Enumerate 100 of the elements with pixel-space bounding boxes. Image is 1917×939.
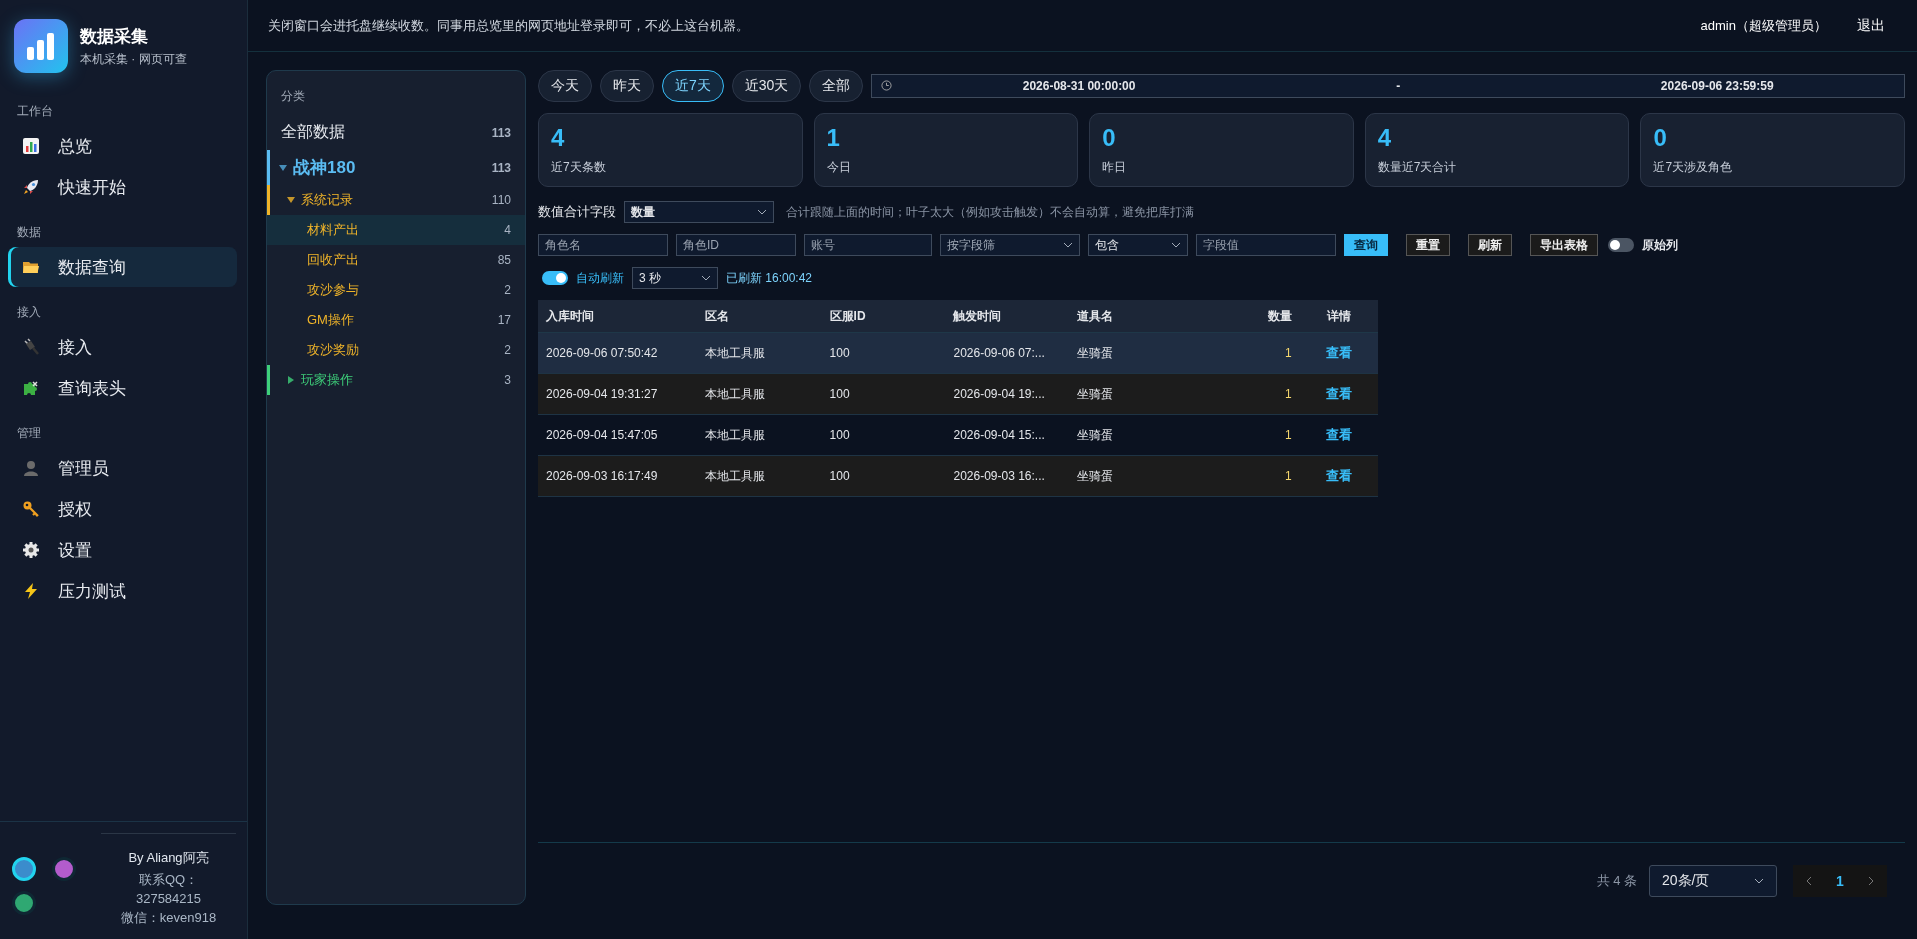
table-cell: 1: [1249, 414, 1300, 456]
stat-value: 4: [1377, 123, 1393, 153]
nav-item[interactable]: 设置: [8, 530, 237, 570]
clock-icon: [881, 80, 893, 91]
category-item[interactable]: 系统记录 110: [267, 185, 525, 215]
chevron-down-icon: [1063, 242, 1073, 248]
chevron-down-icon: [757, 209, 767, 215]
user-label: admin（超级管理员）: [1700, 16, 1827, 35]
stat-label: 近7天涉及角色: [1653, 159, 1734, 176]
caret-down-icon[interactable]: [279, 163, 287, 172]
caret-down-icon[interactable]: [287, 196, 295, 204]
table-cell: 100: [821, 373, 946, 415]
table-cell: 1: [1249, 373, 1300, 415]
hint-text: 合计跟随上面的时间；叶子太大（例如攻击触发）不会自动算，避免把库打满: [786, 203, 1194, 221]
caret-right-icon[interactable]: [287, 376, 295, 384]
category-item[interactable]: 全部数据 113: [267, 115, 525, 150]
table-cell: 100: [821, 455, 946, 497]
date-preset-tab[interactable]: 全部: [809, 70, 864, 102]
panel-title: 分类: [280, 88, 306, 105]
field-label: 数值合计字段: [538, 203, 616, 221]
nav-item[interactable]: 接入: [8, 327, 237, 367]
category-item[interactable]: 回收产出 85: [267, 245, 525, 275]
nav-item[interactable]: 授权: [8, 489, 237, 529]
filter-input[interactable]: 角色名: [538, 234, 668, 256]
interval-select[interactable]: 3 秒: [632, 267, 718, 289]
app-logo: [14, 19, 68, 73]
action-button[interactable]: 刷新: [1468, 234, 1512, 256]
column-header: 入库时间: [538, 300, 697, 333]
section-label: 管理: [16, 425, 42, 442]
query-button[interactable]: 查询: [1344, 234, 1388, 256]
column-header: 详情: [1299, 300, 1378, 333]
toggle-switch[interactable]: [542, 271, 568, 285]
column-header: 数量: [1249, 300, 1300, 333]
sum-field-select[interactable]: 数量: [624, 201, 774, 223]
stat-value: 1: [826, 123, 841, 153]
table-cell: 2026-09-03 16:17:49: [538, 455, 697, 497]
view-link[interactable]: 查看: [1325, 386, 1352, 401]
table-cell: 2026-09-06 07:...: [945, 332, 1070, 374]
filter-select[interactable]: 按字段筛: [940, 234, 1080, 256]
filter-input[interactable]: 账号: [804, 234, 932, 256]
table-cell: 坐骑蛋: [1069, 414, 1250, 456]
rocket-icon: [22, 178, 40, 196]
refresh-status: 已刷新 16:00:42: [726, 269, 813, 287]
date-preset-tab[interactable]: 近7天: [662, 70, 724, 102]
category-item[interactable]: 玩家操作 3: [267, 365, 525, 395]
category-item[interactable]: 材料产出 4: [267, 215, 525, 245]
stat-label: 昨日: [1102, 159, 1128, 176]
nav-item[interactable]: 数据查询: [8, 247, 237, 287]
nav-item[interactable]: 压力测试: [8, 571, 237, 611]
page-number[interactable]: 1: [1825, 873, 1855, 889]
view-link[interactable]: 查看: [1325, 468, 1352, 483]
date-range-field[interactable]: 2026-08-31 00:00:00 - 2026-09-06 23:59:59: [871, 74, 1905, 98]
table-cell: 坐骑蛋: [1069, 455, 1250, 497]
date-preset-tab[interactable]: 昨天: [600, 70, 654, 102]
category-item[interactable]: 攻沙奖励 2: [267, 335, 525, 365]
table-cell: 本地工具服: [696, 455, 822, 497]
action-button[interactable]: 重置: [1406, 234, 1450, 256]
section-label: 数据: [16, 224, 42, 241]
toggle-label: 自动刷新: [576, 269, 624, 287]
stat-value: 0: [1653, 123, 1668, 153]
qq-number: 327584215: [135, 890, 202, 908]
table-row[interactable]: 2026-09-06 07:50:42 本地工具服 100 2026-09-06 07:... 坐骑蛋 1 查看: [538, 332, 1378, 374]
category-item[interactable]: GM操作 17: [267, 305, 525, 335]
nav-item[interactable]: 总览: [8, 126, 237, 166]
page-size-select[interactable]: 20条/页: [1649, 865, 1777, 897]
stat-label: 近7天条数: [551, 159, 607, 176]
filter-input[interactable]: 字段值: [1196, 234, 1336, 256]
app-subtitle: 本机采集 · 网页可查: [80, 50, 187, 68]
filter-input[interactable]: 角色ID: [676, 234, 796, 256]
nav-item[interactable]: 查询表头: [8, 368, 237, 408]
category-item[interactable]: 战神180 113: [267, 150, 525, 185]
total-count: 共 4 条: [1596, 872, 1637, 890]
table-cell: 2026-09-03 16:...: [945, 455, 1070, 497]
table-cell: 坐骑蛋: [1069, 332, 1250, 374]
nav-item[interactable]: 快速开始: [8, 167, 237, 207]
logout-link[interactable]: 退出: [1857, 16, 1885, 35]
wechat-id: 微信：keven918: [120, 909, 217, 927]
table-cell: 1: [1249, 332, 1300, 374]
table-cell: 坐骑蛋: [1069, 373, 1250, 415]
category-item[interactable]: 攻沙参与 2: [267, 275, 525, 305]
table-cell: 本地工具服: [696, 414, 822, 456]
theme-swatch[interactable]: [52, 857, 76, 881]
table-row[interactable]: 2026-09-03 16:17:49 本地工具服 100 2026-09-03 16:... 坐骑蛋 1 查看: [538, 455, 1378, 497]
date-preset-tab[interactable]: 近30天: [731, 70, 802, 102]
theme-swatch[interactable]: [12, 891, 36, 915]
filter-select[interactable]: 包含: [1088, 234, 1188, 256]
date-preset-tab[interactable]: 今天: [538, 70, 592, 102]
view-link[interactable]: 查看: [1325, 427, 1352, 442]
table-row[interactable]: 2026-09-04 19:31:27 本地工具服 100 2026-09-04 19:... 坐骑蛋 1 查看: [538, 373, 1378, 415]
stat-label: 数量近7天合计: [1377, 159, 1458, 176]
person-icon: [22, 459, 40, 477]
table-cell: 2026-09-04 19:...: [945, 373, 1070, 415]
table-cell: 2026-09-06 07:50:42: [538, 332, 697, 374]
nav-item[interactable]: 管理员: [8, 448, 237, 488]
toggle-switch[interactable]: [1608, 238, 1634, 252]
table-cell: 2026-09-04 19:31:27: [538, 373, 697, 415]
column-header: 道具名: [1069, 300, 1250, 333]
table-row[interactable]: 2026-09-04 15:47:05 本地工具服 100 2026-09-04 15:... 坐骑蛋 1 查看: [538, 414, 1378, 456]
view-link[interactable]: 查看: [1325, 345, 1352, 360]
action-button[interactable]: 导出表格: [1530, 234, 1598, 256]
